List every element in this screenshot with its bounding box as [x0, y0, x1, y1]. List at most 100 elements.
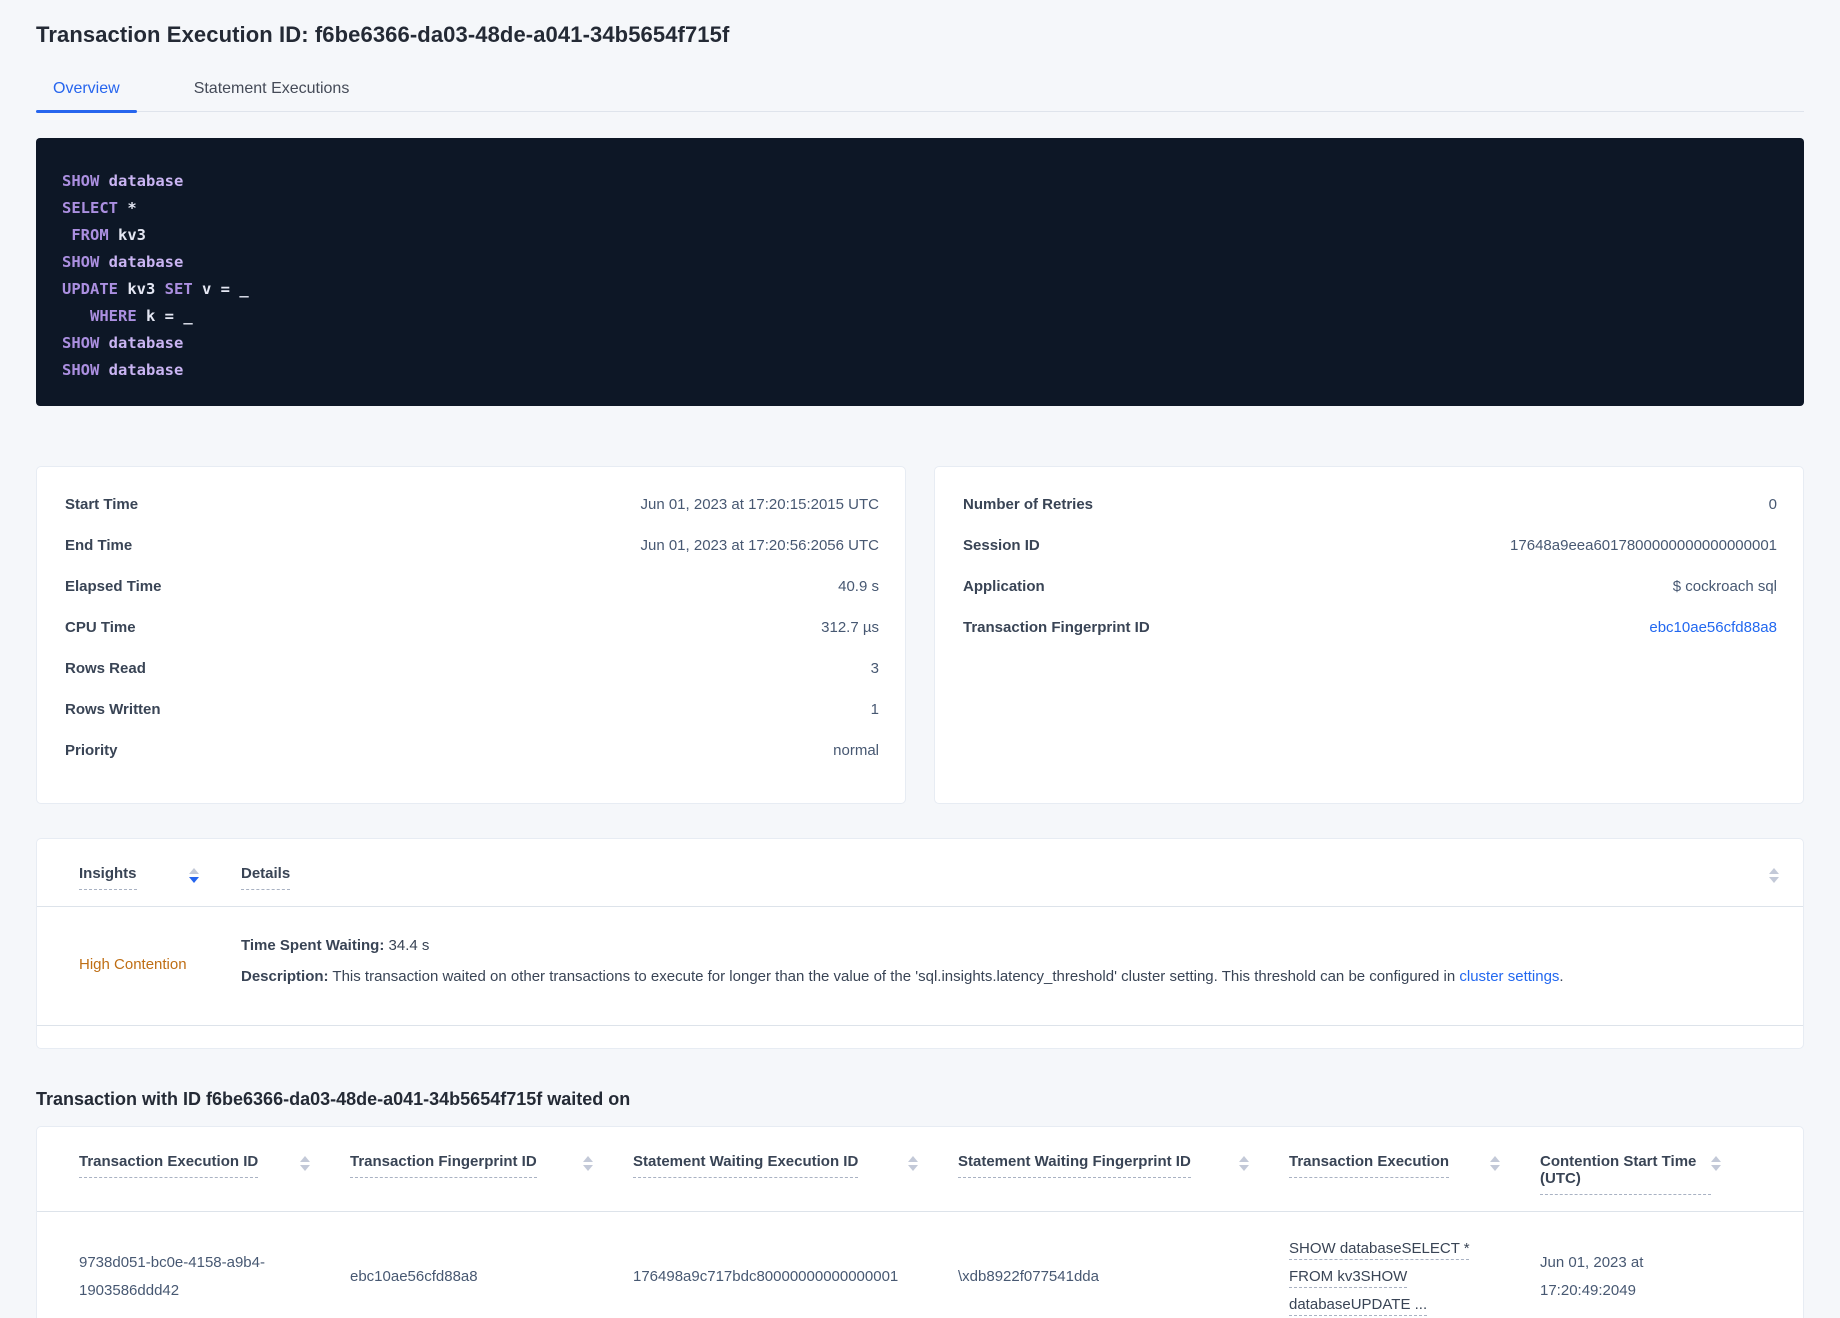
col-header-statement-waiting-execution-id[interactable]: Statement Waiting Execution ID: [633, 1153, 958, 1195]
session-id-value: 17648a9eea6017800000000000000001: [1510, 537, 1777, 554]
retries-label: Number of Retries: [963, 496, 1094, 513]
sort-icon[interactable]: [1711, 1156, 1721, 1171]
sort-arrow-up-icon: [300, 1156, 310, 1162]
cell-statement-waiting-execution-id: 176498a9c717bdc80000000000000001: [633, 1267, 899, 1285]
col-header-transaction-execution-id[interactable]: Transaction Execution ID: [79, 1153, 350, 1195]
col-label[interactable]: Contention Start Time (UTC): [1540, 1153, 1711, 1195]
kv-row-priority: Priority normal: [65, 742, 879, 783]
details-column-header[interactable]: Details: [241, 865, 291, 890]
sort-arrow-up-icon: [583, 1156, 593, 1162]
sort-arrow-up-icon: [908, 1156, 918, 1162]
description-line: Description: This transaction waited on …: [241, 964, 1564, 990]
rows-read-label: Rows Read: [65, 660, 146, 677]
sort-icon-insights[interactable]: [188, 868, 199, 890]
rows-written-value: 1: [870, 701, 879, 718]
sort-arrow-down-icon: [1711, 1165, 1721, 1171]
tab-statement-executions[interactable]: Statement Executions: [194, 80, 350, 111]
application-label: Application: [963, 578, 1045, 595]
sort-icon[interactable]: [583, 1156, 593, 1171]
elapsed-time-label: Elapsed Time: [65, 578, 162, 595]
description-text: This transaction waited on other transac…: [332, 968, 1456, 985]
cell-transaction-execution-id: 9738d051-bc0e-4158-a9b4-1903586ddd42: [79, 1253, 265, 1299]
summary-cards-row: Start Time Jun 01, 2023 at 17:20:15:2015…: [36, 466, 1804, 804]
col-header-contention-start-time[interactable]: Contention Start Time (UTC): [1540, 1153, 1761, 1195]
sql-line: UPDATE kv3 SET v = _: [62, 280, 249, 298]
sort-icon[interactable]: [1490, 1156, 1500, 1171]
description-period: .: [1559, 968, 1564, 985]
col-header-statement-waiting-fingerprint-id[interactable]: Statement Waiting Fingerprint ID: [958, 1153, 1289, 1195]
cell-transaction-execution: SHOW databaseSELECT * FROM kv3SHOW datab…: [1289, 1235, 1540, 1318]
sort-arrow-up-icon: [188, 868, 199, 874]
kv-row-elapsed-time: Elapsed Time 40.9 s: [65, 578, 879, 619]
sql-line: WHERE k = _: [90, 307, 193, 325]
rows-written-label: Rows Written: [65, 701, 161, 718]
page-title: Transaction Execution ID: f6be6366-da03-…: [36, 22, 730, 47]
sort-arrow-down-icon: [1239, 1165, 1249, 1171]
sort-icon[interactable]: [300, 1156, 310, 1171]
start-time-value: Jun 01, 2023 at 17:20:15:2015 UTC: [640, 496, 879, 513]
sql-line: SHOW database: [62, 361, 184, 379]
sort-arrow-down-icon: [1769, 877, 1779, 883]
cell-transaction-fingerprint-id: ebc10ae56cfd88a8: [350, 1267, 478, 1285]
cluster-settings-link[interactable]: cluster settings: [1459, 968, 1559, 985]
col-header-transaction-fingerprint-id[interactable]: Transaction Fingerprint ID: [350, 1153, 633, 1195]
sort-arrow-up-icon: [1490, 1156, 1500, 1162]
insight-type-label: High Contention: [79, 955, 187, 973]
sort-icon[interactable]: [908, 1156, 918, 1171]
time-spent-waiting-label: Time Spent Waiting:: [241, 937, 385, 954]
insights-table-card: Insights Details High Contention Time Sp…: [36, 838, 1804, 1049]
col-label[interactable]: Statement Waiting Fingerprint ID: [958, 1153, 1191, 1178]
waited-on-heading: Transaction with ID f6be6366-da03-48de-a…: [36, 1089, 631, 1109]
sort-arrow-down-icon: [188, 877, 199, 883]
col-label[interactable]: Transaction Execution: [1289, 1153, 1450, 1178]
transaction-execution-link[interactable]: SHOW databaseSELECT * FROM kv3SHOW datab…: [1289, 1240, 1470, 1313]
kv-row-start-time: Start Time Jun 01, 2023 at 17:20:15:2015…: [65, 496, 879, 537]
session-id-label: Session ID: [963, 537, 1040, 554]
time-spent-waiting-value: 34.4 s: [388, 937, 430, 954]
sort-arrow-down-icon: [908, 1165, 918, 1171]
kv-row-cpu-time: CPU Time 312.7 µs: [65, 619, 879, 660]
end-time-value: Jun 01, 2023 at 17:20:56:2056 UTC: [640, 537, 879, 554]
cell-contention-start-time: Jun 01, 2023 at 17:20:49:2049: [1540, 1253, 1644, 1299]
sql-line: FROM kv3: [71, 226, 146, 244]
insights-column-label[interactable]: Insights: [79, 865, 137, 890]
retries-value: 0: [1768, 496, 1777, 513]
insights-row: High Contention Time Spent Waiting: 34.4…: [37, 907, 1803, 1026]
description-label: Description:: [241, 968, 329, 985]
summary-card-left: Start Time Jun 01, 2023 at 17:20:15:2015…: [36, 466, 906, 804]
kv-row-end-time: End Time Jun 01, 2023 at 17:20:56:2056 U…: [65, 537, 879, 578]
time-spent-waiting-line: Time Spent Waiting: 34.4 s: [241, 933, 1564, 959]
txn-fingerprint-link[interactable]: ebc10ae56cfd88a8: [1649, 619, 1777, 636]
cpu-time-value: 312.7 µs: [821, 619, 879, 636]
rows-read-value: 3: [870, 660, 879, 677]
kv-row-rows-written: Rows Written 1: [65, 701, 879, 742]
sort-arrow-down-icon: [300, 1165, 310, 1171]
insights-column-header[interactable]: Insights: [79, 865, 241, 890]
kv-row-retries: Number of Retries 0: [963, 496, 1777, 537]
col-header-transaction-execution[interactable]: Transaction Execution: [1289, 1153, 1540, 1195]
priority-value: normal: [833, 742, 879, 759]
col-label[interactable]: Transaction Execution ID: [79, 1153, 259, 1178]
sql-code: SHOW database SELECT * FROM kv3 SHOW datab…: [62, 168, 1776, 384]
sort-arrow-down-icon: [1490, 1165, 1500, 1171]
elapsed-time-value: 40.9 s: [838, 578, 879, 595]
tab-overview[interactable]: Overview: [36, 80, 137, 113]
sql-line: SELECT *: [62, 199, 137, 217]
col-label[interactable]: Statement Waiting Execution ID: [633, 1153, 859, 1178]
sort-icon[interactable]: [1239, 1156, 1249, 1171]
priority-label: Priority: [65, 742, 118, 759]
sort-arrow-down-icon: [583, 1165, 593, 1171]
col-label[interactable]: Transaction Fingerprint ID: [350, 1153, 537, 1178]
sort-arrow-up-icon: [1711, 1156, 1721, 1162]
kv-row-application: Application $ cockroach sql: [963, 578, 1777, 619]
sql-statements-box: SHOW database SELECT * FROM kv3 SHOW datab…: [36, 138, 1804, 406]
details-column-label[interactable]: Details: [241, 865, 291, 890]
sql-line: SHOW database: [62, 253, 184, 271]
sql-line: SHOW database: [62, 334, 184, 352]
kv-row-rows-read: Rows Read 3: [65, 660, 879, 701]
sort-icon-header-right[interactable]: [1769, 868, 1779, 883]
page-container: Transaction Execution ID: f6be6366-da03-…: [0, 0, 1840, 1318]
application-value: $ cockroach sql: [1672, 578, 1777, 595]
waited-on-table-row: 9738d051-bc0e-4158-a9b4-1903586ddd42 ebc…: [37, 1212, 1803, 1318]
waited-on-table-card: Transaction Execution ID Transaction Fin…: [36, 1126, 1804, 1318]
